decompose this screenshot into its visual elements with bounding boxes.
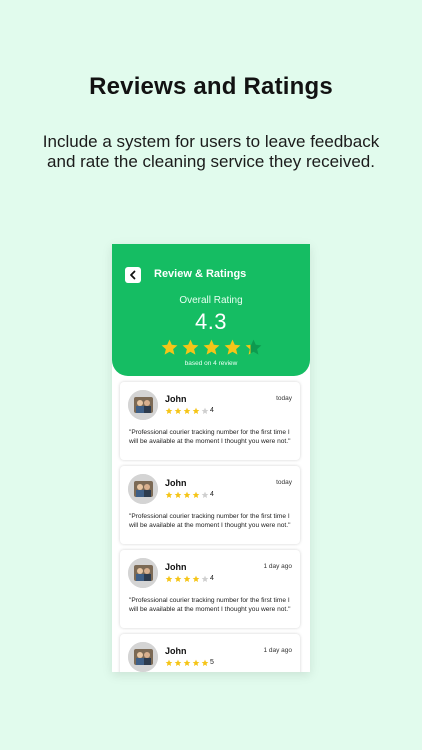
star-icon [174, 407, 182, 414]
star-icon [165, 491, 173, 498]
star-icon [174, 575, 182, 582]
marketing-subtitle: Include a system for users to leave feed… [42, 132, 380, 171]
review-rating-number: 4 [210, 575, 214, 582]
review-date: today [276, 395, 292, 402]
star-icon [192, 407, 200, 414]
chevron-left-icon [130, 270, 136, 280]
star-icon [245, 339, 261, 355]
review-card: John 1 day ago 5 [120, 634, 300, 672]
avatar [128, 474, 158, 504]
review-list[interactable]: John today 4 "Professional courier track… [120, 382, 302, 672]
star-icon [161, 339, 177, 355]
star-icon [192, 659, 200, 666]
review-rating-number: 5 [210, 659, 214, 666]
review-star-rating [165, 491, 209, 499]
review-count-text: based on 4 review [184, 360, 238, 367]
review-card: John today 4 "Professional courier track… [120, 382, 300, 460]
avatar [128, 642, 158, 672]
review-rating-number: 4 [210, 407, 214, 414]
star-icon [201, 659, 209, 666]
star-icon [203, 339, 219, 355]
star-icon [174, 491, 182, 498]
review-date: 1 day ago [263, 647, 292, 654]
review-card: John today 4 "Professional courier track… [120, 466, 300, 544]
star-icon [182, 339, 198, 355]
review-text: "Professional courier tracking number fo… [129, 513, 291, 529]
star-icon [165, 659, 173, 666]
avatar [128, 558, 158, 588]
review-card: John 1 day ago 4 "Professional courier t… [120, 550, 300, 628]
star-icon [192, 491, 200, 498]
reviewer-name: John [165, 646, 187, 656]
star-icon [174, 659, 182, 666]
review-star-rating [165, 407, 209, 415]
rating-summary-header: Review & Ratings Overall Rating 4.3 base… [112, 244, 310, 376]
screen-title: Review & Ratings [154, 268, 247, 280]
overall-star-rating [112, 338, 310, 357]
review-text: "Professional courier tracking number fo… [129, 429, 291, 445]
review-text: "Professional courier tracking number fo… [129, 597, 291, 613]
star-icon [201, 575, 209, 582]
star-icon [192, 575, 200, 582]
overall-rating-value: 4.3 [194, 309, 228, 334]
star-icon [201, 491, 209, 498]
star-icon [183, 575, 191, 582]
star-icon [183, 659, 191, 666]
star-icon [201, 407, 209, 414]
reviewer-name: John [165, 478, 187, 488]
overall-rating-label: Overall Rating [179, 295, 243, 306]
star-icon [183, 491, 191, 498]
reviewer-name: John [165, 394, 187, 404]
star-icon [224, 339, 240, 355]
reviewer-name: John [165, 562, 187, 572]
review-date: 1 day ago [263, 563, 292, 570]
back-button[interactable] [125, 267, 141, 283]
marketing-headline: Reviews and Ratings [89, 73, 333, 100]
phone-screen: Review & Ratings Overall Rating 4.3 base… [112, 244, 310, 672]
review-star-rating [165, 659, 209, 667]
review-rating-number: 4 [210, 491, 214, 498]
star-icon [165, 407, 173, 414]
star-icon [165, 575, 173, 582]
star-icon [183, 407, 191, 414]
avatar [128, 390, 158, 420]
review-date: today [276, 479, 292, 486]
review-star-rating [165, 575, 209, 583]
